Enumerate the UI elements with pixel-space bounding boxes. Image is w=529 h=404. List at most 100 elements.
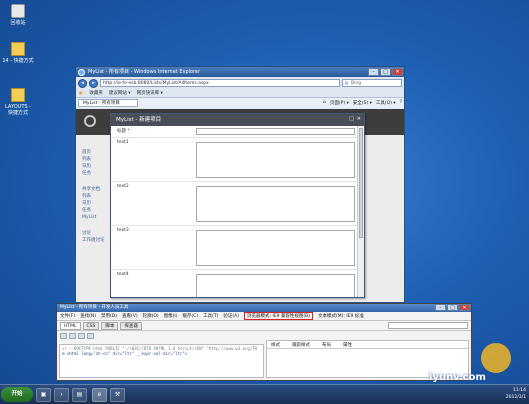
word-wrap-icon[interactable] bbox=[87, 332, 94, 339]
home-icon[interactable]: ⌂ bbox=[323, 100, 326, 106]
tab-attributes[interactable]: 属性 bbox=[343, 342, 352, 348]
menu-find[interactable]: 查找(N) bbox=[80, 313, 96, 319]
favorites-link[interactable]: 网页快讯库 ▾ bbox=[137, 90, 163, 96]
nav-item[interactable]: 共享文档 bbox=[82, 186, 105, 193]
menu-images[interactable]: 图像(I) bbox=[164, 313, 178, 319]
watermark-circle-icon bbox=[481, 343, 511, 373]
desktop-icon-folder-layouts[interactable]: LAYOUTS - 快捷方式 bbox=[2, 88, 34, 116]
menu-tools[interactable]: 工具(T) bbox=[203, 313, 218, 319]
developer-tools-icon[interactable]: ⚒ bbox=[110, 388, 125, 402]
code-line[interactable]: ⊞ <html lang="zh-cn" dir="ltr" __expr-va… bbox=[62, 351, 261, 356]
favorites-label[interactable]: 收藏夹 bbox=[89, 90, 103, 96]
menu-outline[interactable]: 轮廓(O) bbox=[143, 313, 159, 319]
menu-cache[interactable]: 缓存(C) bbox=[182, 313, 198, 319]
menu-validate[interactable]: 验证(A) bbox=[223, 313, 239, 319]
explorer-icon[interactable]: ▤ bbox=[72, 388, 87, 402]
text4-textarea[interactable] bbox=[196, 274, 355, 297]
taskbar: 开始 ▣ › ▤ e ⚒ 11:14 2012/3/1 bbox=[0, 384, 529, 404]
devtools-minimize-button[interactable]: – bbox=[435, 304, 446, 311]
form-row-text3: text3 bbox=[111, 226, 357, 270]
tab-css[interactable]: CSS bbox=[82, 321, 100, 330]
menu-view[interactable]: 查看(V) bbox=[122, 313, 138, 319]
system-tray-clock[interactable]: 11:14 2012/3/1 bbox=[506, 387, 526, 401]
command-safety[interactable]: 安全(S) ▾ bbox=[353, 100, 372, 106]
close-button[interactable]: ✕ bbox=[392, 68, 403, 76]
save-icon[interactable] bbox=[78, 332, 85, 339]
nav-item[interactable]: 首页 bbox=[82, 149, 105, 156]
devtools-title-bar[interactable]: MyList - 所有项目 - 开发人员工具 – □ ✕ bbox=[57, 304, 471, 312]
developer-tools-window: MyList - 所有项目 - 开发人员工具 – □ ✕ 文件(F) 查找(N)… bbox=[56, 303, 472, 381]
favorites-link[interactable]: 建议网站 ▾ bbox=[109, 90, 131, 96]
tab-layout[interactable]: 布局 bbox=[322, 342, 331, 348]
select-element-icon[interactable] bbox=[60, 332, 67, 339]
quick-launch-nav: 首页 列表 日历 任务 共享文档 列表 日历 任务 MyList 讨论 工作组讨… bbox=[82, 149, 105, 244]
dialog-controls: □ ✕ bbox=[349, 116, 361, 123]
tab-style[interactable]: 样式 bbox=[271, 342, 280, 348]
nav-item[interactable]: 日历 bbox=[82, 163, 105, 170]
internet-explorer-icon[interactable]: e bbox=[92, 388, 107, 402]
recycle-bin-icon bbox=[11, 4, 25, 18]
devtools-search-input[interactable] bbox=[388, 322, 468, 329]
tab-row: MyList - 所有项目 ⌂ 页面(P) ▾ 安全(S) ▾ 工具(O) ▾ … bbox=[76, 98, 404, 108]
browser-title-bar[interactable]: MyList - 所有项目 - Windows Internet Explore… bbox=[76, 67, 404, 77]
nav-item[interactable]: 日历 bbox=[82, 200, 105, 207]
browser-tab[interactable]: MyList - 所有项目 bbox=[78, 99, 138, 107]
forward-arrow-icon[interactable]: ▸ bbox=[89, 78, 98, 88]
tab-profiler[interactable]: 探查器 bbox=[120, 321, 142, 330]
folder-shortcut-icon bbox=[11, 42, 25, 56]
desktop-icon-recycle-bin[interactable]: 回收站 bbox=[2, 4, 34, 26]
dialog-title-bar[interactable]: MyList - 新建项目 □ ✕ bbox=[111, 114, 364, 126]
dialog-scrollbar[interactable] bbox=[357, 126, 364, 297]
maximize-button[interactable]: □ bbox=[380, 68, 391, 76]
html-tree-pane[interactable]: <!-- DOCTYPE html PUBLIC "-//W3C//DTD XH… bbox=[59, 344, 264, 378]
command-tools[interactable]: 工具(O) ▾ bbox=[376, 100, 396, 106]
start-button[interactable]: 开始 bbox=[1, 387, 33, 402]
powershell-icon[interactable]: › bbox=[54, 388, 69, 402]
nav-item[interactable]: 列表 bbox=[82, 193, 105, 200]
form-row-text1: text1 bbox=[111, 138, 357, 182]
devtools-window-controls: – □ ✕ bbox=[435, 304, 470, 311]
document-mode-menu[interactable]: 文本模式(M): IE9 标准 bbox=[318, 313, 364, 319]
window-controls: – □ ✕ bbox=[368, 68, 403, 76]
devtools-menu-bar: 文件(F) 查找(N) 禁用(D) 查看(V) 轮廓(O) 图像(I) 缓存(C… bbox=[57, 312, 471, 321]
dialog-maximize-icon[interactable]: □ bbox=[349, 116, 354, 123]
watermark-text: iyunv.com bbox=[429, 372, 486, 383]
browser-title: MyList - 所有项目 - Windows Internet Explore… bbox=[88, 69, 201, 75]
address-bar[interactable]: http://ie-fe-esb:8080/Lists/MyList/AllIt… bbox=[100, 79, 340, 87]
scrollbar-thumb[interactable] bbox=[359, 128, 363, 238]
nav-item[interactable]: 列表 bbox=[82, 156, 105, 163]
text1-textarea[interactable] bbox=[196, 142, 355, 178]
dialog-form: 标题 * text1 text2 text3 text4 bbox=[111, 126, 357, 297]
back-arrow-icon[interactable]: ◂ bbox=[78, 78, 87, 88]
command-help[interactable]: ? bbox=[400, 100, 402, 106]
nav-item[interactable]: 任务 bbox=[82, 207, 105, 214]
tab-script[interactable]: 脚本 bbox=[101, 321, 119, 330]
text2-textarea[interactable] bbox=[196, 186, 355, 222]
menu-file[interactable]: 文件(F) bbox=[60, 313, 75, 319]
desktop-icon-folder-14[interactable]: 14 - 快捷方式 bbox=[2, 42, 34, 64]
nav-item[interactable]: MyList bbox=[82, 214, 105, 221]
server-manager-icon[interactable]: ▣ bbox=[36, 388, 51, 402]
command-page[interactable]: 页面(P) ▾ bbox=[330, 100, 349, 106]
dialog-close-icon[interactable]: ✕ bbox=[357, 116, 361, 123]
dialog-title: MyList - 新建项目 bbox=[116, 117, 162, 123]
nav-item[interactable]: 工作组讨论 bbox=[82, 237, 105, 244]
desktop-icon-label: 回收站 bbox=[10, 20, 26, 26]
menu-disable[interactable]: 禁用(D) bbox=[101, 313, 117, 319]
favorites-star-icon[interactable]: ★ bbox=[78, 90, 83, 97]
search-input[interactable]: Bing bbox=[342, 79, 402, 87]
favorites-bar: ★ 收藏夹 建议网站 ▾ 网页快讯库 ▾ bbox=[76, 89, 404, 98]
form-row-text2: text2 bbox=[111, 182, 357, 226]
tab-html[interactable]: HTML bbox=[60, 321, 81, 330]
devtools-close-button[interactable]: ✕ bbox=[459, 304, 470, 311]
tab-trace-styles[interactable]: 跟踪样式 bbox=[292, 342, 310, 348]
nav-item[interactable]: 任务 bbox=[82, 170, 105, 177]
devtools-maximize-button[interactable]: □ bbox=[447, 304, 458, 311]
browser-mode-menu[interactable]: 浏览器模式: IE9 兼容性视图(B) bbox=[244, 312, 314, 320]
minimize-button[interactable]: – bbox=[368, 68, 379, 76]
refresh-icon[interactable] bbox=[69, 332, 76, 339]
nav-item[interactable]: 讨论 bbox=[82, 230, 105, 237]
title-input[interactable] bbox=[196, 128, 355, 135]
form-row-text4: text4 bbox=[111, 270, 357, 297]
text3-textarea[interactable] bbox=[196, 230, 355, 266]
